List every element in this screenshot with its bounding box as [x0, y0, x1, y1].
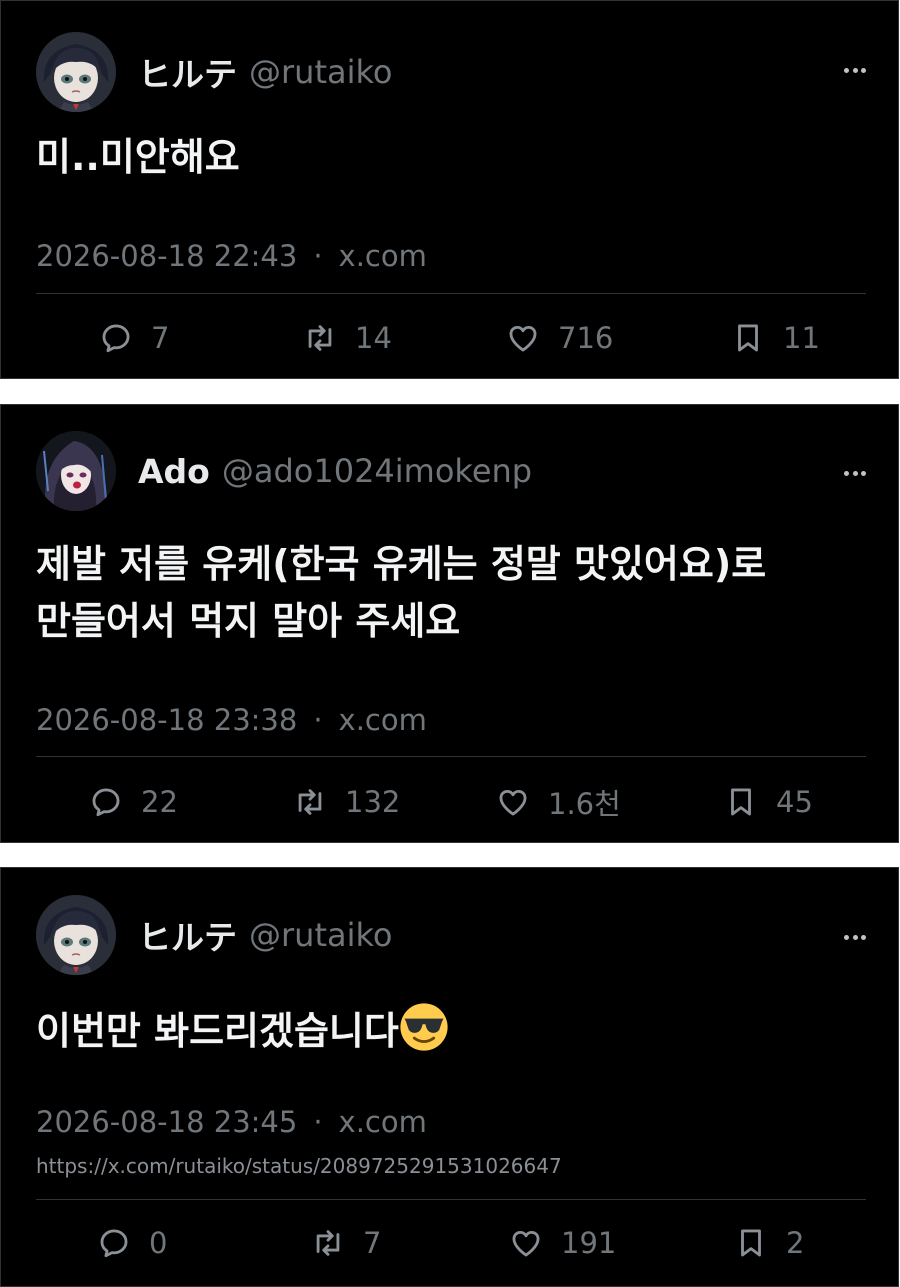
meta-separator: · — [313, 1105, 323, 1139]
retweet-icon — [308, 325, 332, 351]
sunglasses-emoji-icon — [400, 1003, 448, 1051]
reply-button[interactable]: 22 — [89, 777, 178, 827]
bookmark-button[interactable]: 45 — [724, 777, 813, 827]
avatar-image — [36, 895, 116, 975]
retweet-count: 7 — [363, 1226, 382, 1260]
like-icon — [512, 1230, 540, 1257]
retweet-button[interactable]: 14 — [303, 313, 392, 363]
tweet-header: ヒルテ @rutaiko — [36, 32, 392, 112]
display-name[interactable]: Ado — [138, 452, 210, 491]
reply-button[interactable]: 7 — [99, 313, 169, 363]
tweet-text: 제발 저를 유케(한국 유케는 정말 맛있어요)로 만들어서 먹지 말아 주세요 — [36, 536, 868, 650]
avatar[interactable] — [36, 32, 116, 112]
avatar[interactable] — [36, 431, 116, 511]
source-link[interactable]: x.com — [339, 239, 427, 273]
tweet-card: ヒルテ @rutaiko 미..미안해요 2026-08-18 22:43 · x.… — [0, 0, 899, 379]
avatar[interactable] — [36, 895, 116, 975]
user-handle[interactable]: @ado1024imokenp — [222, 452, 532, 490]
like-icon — [499, 789, 527, 816]
bookmark-icon — [738, 324, 758, 352]
tweet-meta: 2026-08-18 23:45 · x.com — [36, 1105, 427, 1139]
like-button[interactable]: 716 — [506, 313, 613, 363]
tweet-text: 이번만 봐드리겠습니다 — [36, 1002, 868, 1060]
like-button[interactable]: 1.6천 — [496, 777, 621, 827]
source-link[interactable]: x.com — [339, 703, 427, 737]
bookmark-count: 45 — [776, 785, 813, 819]
tweet-meta: 2026-08-18 23:38 · x.com — [36, 703, 427, 737]
like-count: 1.6천 — [548, 787, 621, 821]
bookmark-button[interactable]: 11 — [731, 313, 820, 363]
divider — [36, 293, 866, 294]
action-bar: 22 132 1.6천 45 — [1, 777, 898, 827]
like-count: 716 — [558, 321, 614, 355]
tweet-header: Ado @ado1024imokenp — [36, 431, 532, 511]
reply-count: 7 — [151, 321, 170, 355]
meta-separator: · — [313, 239, 323, 273]
user-handle[interactable]: @rutaiko — [249, 53, 392, 91]
like-count: 191 — [561, 1226, 617, 1260]
tweet-header: ヒルテ @rutaiko — [36, 895, 392, 975]
source-link[interactable]: x.com — [339, 1105, 427, 1139]
avatar-image — [36, 32, 116, 112]
tweet-text: 미..미안해요 — [36, 135, 240, 179]
reply-button[interactable]: 0 — [97, 1218, 167, 1268]
bookmark-count: 2 — [786, 1226, 805, 1260]
tweet-card: Ado @ado1024imokenp 제발 저를 유케(한국 유케는 정말 맛… — [0, 404, 899, 843]
divider — [36, 1199, 866, 1200]
retweet-icon — [298, 789, 322, 815]
bookmark-icon — [741, 1229, 761, 1257]
reply-count: 0 — [149, 1226, 168, 1260]
user-handle[interactable]: @rutaiko — [249, 916, 392, 954]
tweet-card: ヒルテ @rutaiko 이번만 봐드리겠습니다 2026-08-18 23:4… — [0, 867, 899, 1287]
display-name[interactable]: ヒルテ — [138, 911, 237, 959]
tweet-text-body: 이번만 봐드리겠습니다 — [36, 1009, 399, 1053]
action-bar: 7 14 716 11 — [1, 313, 898, 363]
bookmark-count: 11 — [783, 321, 820, 355]
tweet-text-line: 만들어서 먹지 말아 주세요 — [36, 599, 461, 643]
reply-count: 22 — [141, 785, 178, 819]
retweet-icon — [316, 1230, 340, 1256]
retweet-button[interactable]: 132 — [293, 777, 400, 827]
reply-icon — [100, 1229, 128, 1258]
like-button[interactable]: 191 — [509, 1218, 616, 1268]
reply-icon — [92, 788, 120, 817]
tweet-meta: 2026-08-18 22:43 · x.com — [36, 239, 427, 273]
retweet-count: 14 — [355, 321, 392, 355]
reply-icon — [102, 324, 130, 353]
retweet-button[interactable]: 7 — [311, 1218, 381, 1268]
tweet-text-line: 제발 저를 유케(한국 유케는 정말 맛있어요)로 — [36, 542, 767, 586]
more-options-icon[interactable] — [844, 932, 866, 942]
more-options-icon[interactable] — [844, 468, 866, 478]
retweet-count: 132 — [345, 785, 401, 819]
like-icon — [509, 325, 537, 352]
timestamp[interactable]: 2026-08-18 23:45 — [36, 1105, 297, 1139]
bookmark-button[interactable]: 2 — [734, 1218, 804, 1268]
timestamp[interactable]: 2026-08-18 22:43 — [36, 239, 297, 273]
bookmark-icon — [731, 788, 751, 816]
action-bar: 0 7 191 2 — [1, 1218, 898, 1268]
more-options-icon[interactable] — [844, 65, 866, 75]
status-url[interactable]: https://x.com/rutaiko/status/20897252915… — [36, 1154, 562, 1178]
divider — [36, 756, 866, 757]
meta-separator: · — [313, 703, 323, 737]
display-name[interactable]: ヒルテ — [138, 48, 237, 96]
timestamp[interactable]: 2026-08-18 23:38 — [36, 703, 297, 737]
avatar-image — [36, 431, 116, 511]
